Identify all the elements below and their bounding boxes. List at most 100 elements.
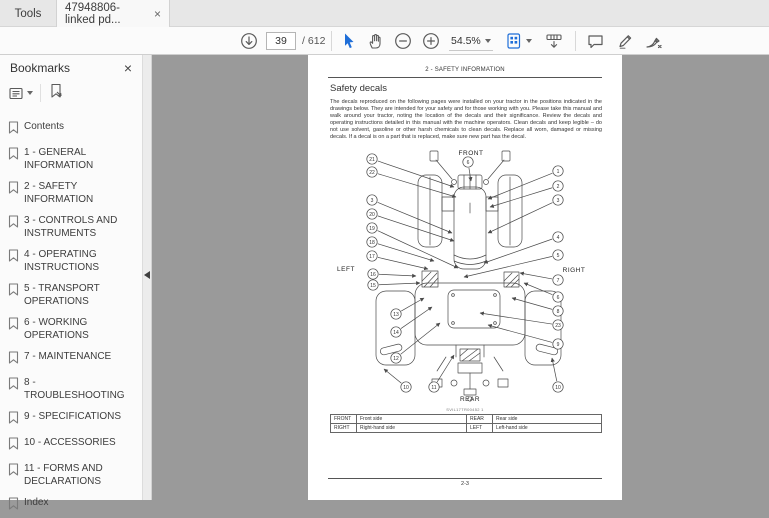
bookmark-item[interactable]: 11 - FORMS AND DECLARATIONS: [0, 458, 142, 492]
section-title: Safety decals: [330, 83, 387, 94]
bookmark-item[interactable]: 10 - ACCESSORIES: [0, 432, 142, 458]
tractor-top-view-diagram: 2122320191817161513141210116123457682391…: [308, 143, 622, 405]
hand-tool-button[interactable]: [366, 27, 384, 55]
legend-table: FRONTFront sideREARRear sideRIGHTRight-h…: [330, 414, 602, 433]
bookmarks-list: Contents 1 - GENERAL INFORMATION 2 - SAFET…: [0, 116, 142, 518]
page-separator: /: [302, 35, 305, 47]
tab-tools-label: Tools: [15, 8, 42, 20]
diagram-callouts: 2122320191817161513141210116123457682391…: [367, 154, 563, 392]
fill-sign-tool-button[interactable]: [644, 27, 664, 55]
footer-rule: [328, 478, 602, 479]
bookmark-icon: [8, 436, 24, 454]
bookmark-item[interactable]: Index: [0, 492, 142, 518]
close-panel-icon[interactable]: ×: [124, 60, 132, 76]
table-cell: Right-hand side: [357, 424, 467, 433]
svg-text:2: 2: [557, 184, 560, 190]
svg-text:17: 17: [369, 254, 375, 260]
save-download-button[interactable]: [240, 27, 258, 55]
bookmark-item[interactable]: 5 - TRANSPORT OPERATIONS: [0, 278, 142, 312]
chevron-down-icon: [27, 91, 33, 95]
svg-text:6: 6: [467, 160, 470, 166]
bookmark-label: 1 - GENERAL INFORMATION: [24, 146, 136, 172]
page-running-header: 2 - SAFETY INFORMATION: [308, 67, 622, 73]
collapse-panel-icon[interactable]: [144, 271, 150, 279]
bookmark-item[interactable]: 2 - SAFETY INFORMATION: [0, 176, 142, 210]
fit-width-button[interactable]: [544, 27, 564, 55]
zoom-in-button[interactable]: [422, 27, 440, 55]
bookmark-item[interactable]: Contents: [0, 116, 142, 142]
bookmark-item[interactable]: 1 - GENERAL INFORMATION: [0, 142, 142, 176]
svg-text:23: 23: [555, 323, 561, 329]
svg-text:6: 6: [557, 295, 560, 301]
bookmark-icon: [8, 350, 24, 368]
download-circle-icon: [240, 32, 258, 50]
table-row: FRONTFront sideREARRear side: [331, 415, 602, 424]
page-display-icon: [505, 32, 522, 50]
svg-text:12: 12: [393, 356, 399, 362]
main-toolbar: 39 / 612 54.5%: [0, 27, 769, 55]
svg-text:13: 13: [393, 312, 399, 318]
tab-tools[interactable]: Tools: [0, 0, 57, 27]
bookmark-item[interactable]: 9 - SPECIFICATIONS: [0, 406, 142, 432]
bookmark-item[interactable]: 3 - CONTROLS AND INSTRUMENTS: [0, 210, 142, 244]
comment-tool-button[interactable]: [586, 27, 605, 55]
bookmark-label: 4 - OPERATING INSTRUCTIONS: [24, 248, 136, 274]
bookmark-label: Contents: [24, 120, 136, 138]
options-list-icon: [8, 86, 24, 101]
table-row: RIGHTRight-hand sideLEFTLeft-hand side: [331, 424, 602, 433]
body-paragraph: The decals reproduced on the following p…: [330, 99, 602, 141]
zoom-out-button[interactable]: [394, 27, 412, 55]
fill-sign-pen-icon: [644, 32, 664, 50]
bookmark-item[interactable]: 7 - MAINTENANCE: [0, 346, 142, 372]
bookmark-item[interactable]: 6 - WORKING OPERATIONS: [0, 312, 142, 346]
bookmarks-toolbar: [0, 80, 142, 106]
svg-text:22: 22: [369, 170, 375, 176]
table-cell: RIGHT: [331, 424, 357, 433]
bookmark-item[interactable]: 4 - OPERATING INSTRUCTIONS: [0, 244, 142, 278]
vertical-separator: [40, 84, 41, 102]
svg-text:14: 14: [393, 330, 399, 336]
bookmark-locate-icon: [48, 83, 64, 99]
bookmark-item[interactable]: 8 - TROUBLESHOOTING: [0, 372, 142, 406]
expand-current-bookmark-button[interactable]: [48, 83, 64, 104]
svg-text:15: 15: [370, 283, 376, 289]
bookmark-label: 11 - FORMS AND DECLARATIONS: [24, 462, 136, 488]
svg-text:10: 10: [403, 385, 409, 391]
chevron-down-icon: [485, 39, 491, 43]
page-total: 612: [308, 35, 326, 47]
label-front: FRONT: [459, 150, 484, 157]
label-left: LEFT: [337, 266, 355, 273]
select-tool-button[interactable]: [341, 27, 357, 55]
bookmark-icon: [8, 462, 24, 488]
bookmarks-header: Bookmarks ×: [0, 55, 142, 80]
bookmark-label: 6 - WORKING OPERATIONS: [24, 316, 136, 342]
pencil-icon: [616, 32, 635, 50]
bookmark-icon: [8, 120, 24, 138]
tab-document[interactable]: 47948806-linked pd... ×: [57, 0, 170, 27]
tab-close-icon[interactable]: ×: [154, 7, 161, 21]
page-number-input[interactable]: 39: [266, 32, 296, 50]
svg-text:3: 3: [557, 198, 560, 204]
bookmark-icon: [8, 316, 24, 342]
bookmark-label: 3 - CONTROLS AND INSTRUMENTS: [24, 214, 136, 240]
page-count: / 612: [302, 27, 325, 55]
svg-text:19: 19: [369, 226, 375, 232]
bookmark-label: 7 - MAINTENANCE: [24, 350, 136, 368]
svg-text:18: 18: [369, 240, 375, 246]
svg-text:5: 5: [557, 253, 560, 259]
content-area: Bookmarks × Contents 1 - GENERAL INFORMAT…: [0, 55, 769, 500]
svg-text:20: 20: [369, 212, 375, 218]
zoom-level-select[interactable]: 54.5%: [449, 31, 493, 51]
label-right: RIGHT: [563, 267, 586, 274]
document-viewport[interactable]: 2 - SAFETY INFORMATION Safety decals The…: [152, 55, 769, 500]
page-number-footer: 2-3: [308, 481, 622, 487]
svg-text:7: 7: [557, 278, 560, 284]
page-display-menu[interactable]: [505, 27, 532, 55]
bookmark-options-button[interactable]: [8, 86, 33, 101]
bookmark-label: 2 - SAFETY INFORMATION: [24, 180, 136, 206]
highlight-tool-button[interactable]: [616, 27, 635, 55]
svg-text:21: 21: [369, 157, 375, 163]
svg-text:4: 4: [557, 235, 560, 241]
svg-text:1: 1: [557, 169, 560, 175]
table-cell: Left-hand side: [493, 424, 602, 433]
